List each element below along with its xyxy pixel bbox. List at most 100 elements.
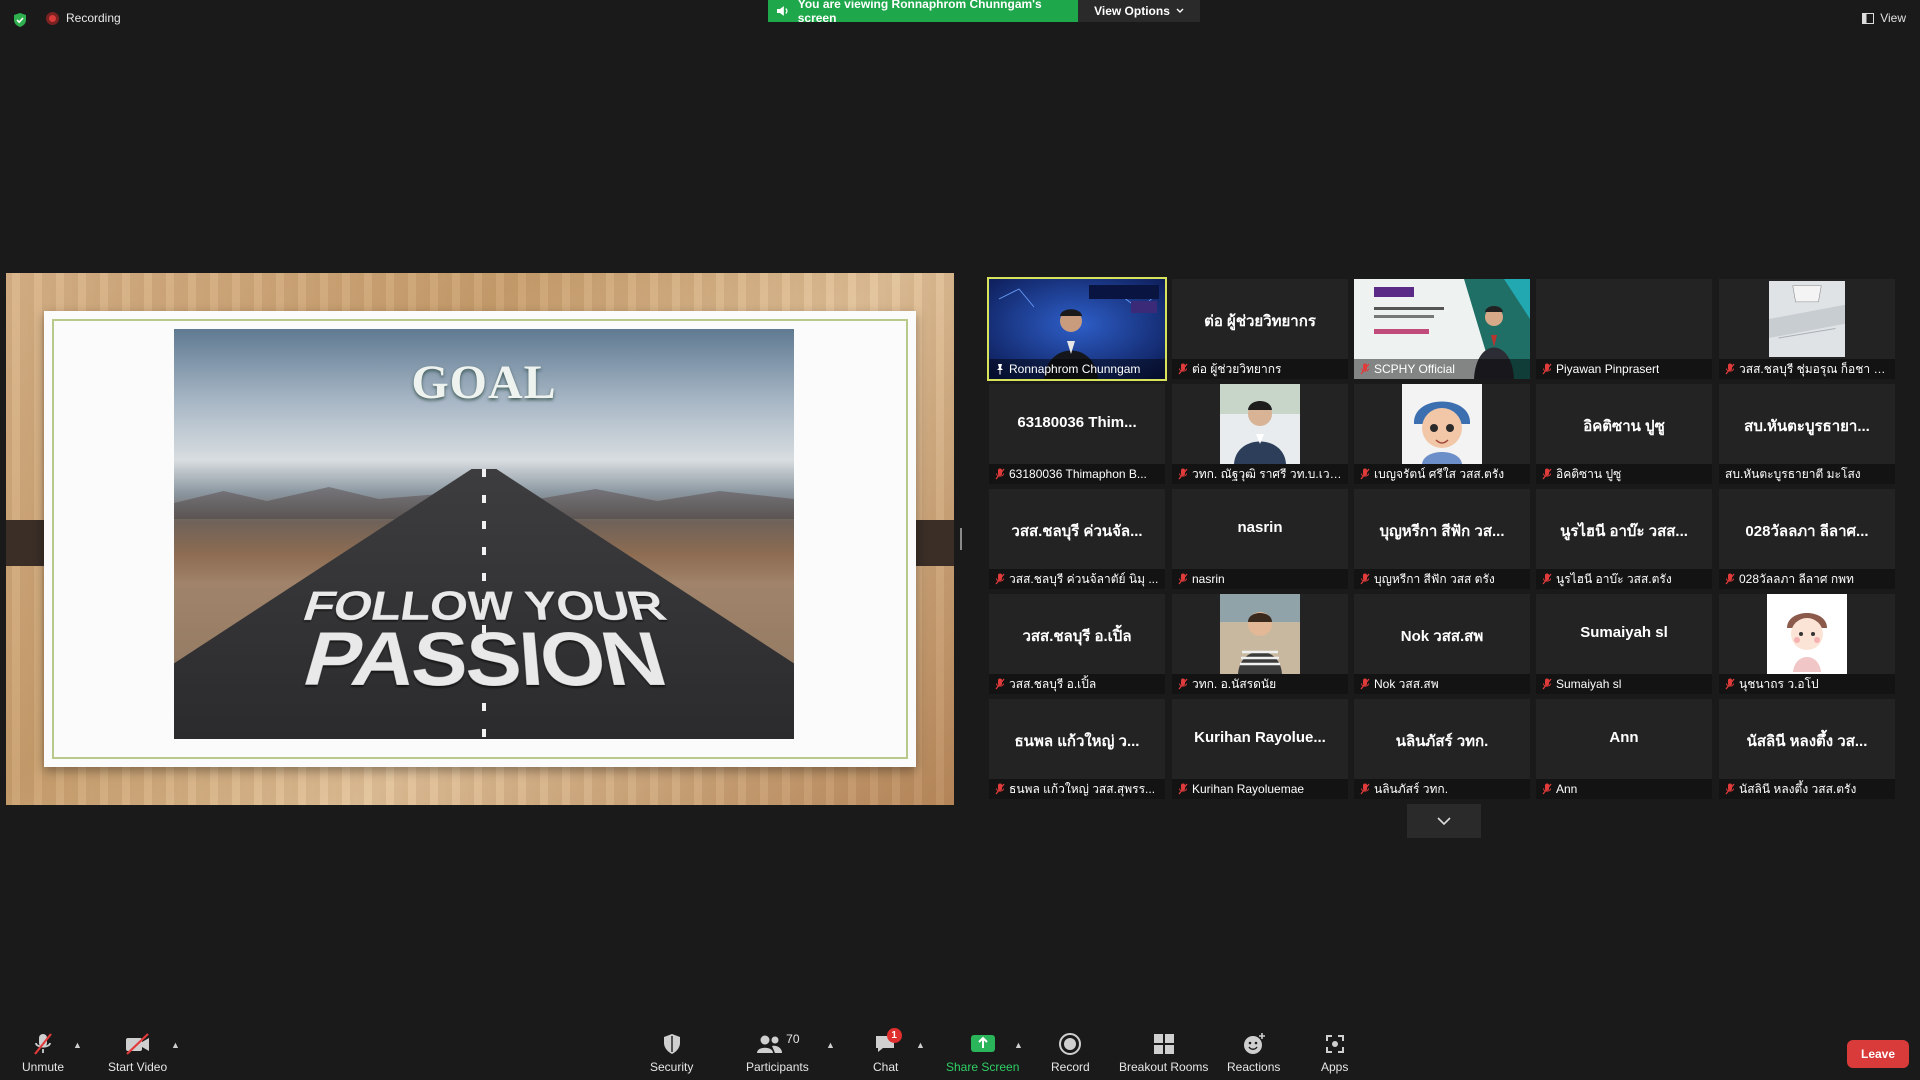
audio-options-caret[interactable]: ▲ — [73, 1040, 82, 1050]
breakout-rooms-label: Breakout Rooms — [1119, 1060, 1209, 1074]
start-video-button[interactable]: Start Video — [108, 1032, 167, 1074]
participants-options-caret[interactable]: ▲ — [826, 1040, 835, 1050]
participant-name-label: Nok วสส.สพ — [1354, 674, 1530, 694]
mic-muted-icon — [1725, 678, 1735, 690]
participant-tile[interactable]: Kurihan Rayolue... Kurihan Rayoluemae — [1172, 699, 1348, 799]
unmute-label: Unmute — [22, 1060, 65, 1074]
participant-display-name: สบ.หันตะบูรธายา... — [1744, 418, 1870, 435]
mic-muted-icon — [1542, 363, 1552, 375]
participant-tile[interactable]: Nok วสส.สพ Nok วสส.สพ — [1354, 594, 1530, 694]
camera-off-icon — [125, 1033, 149, 1055]
participant-name-label: วสส.ชลบุรี อ.เปิ้ล — [989, 674, 1165, 694]
security-button[interactable]: Security — [650, 1032, 693, 1074]
mic-muted-icon — [1542, 678, 1552, 690]
chat-label: Chat — [873, 1060, 899, 1074]
share-screen-button[interactable]: Share Screen — [946, 1032, 1019, 1074]
viewing-banner: You are viewing Ronnaphrom Chunngam's sc… — [768, 0, 1078, 25]
participant-name-label: นัสลินี หลงตึ้ง วสส.ตรัง — [1719, 779, 1895, 799]
share-options-caret[interactable]: ▲ — [1014, 1040, 1023, 1050]
smiley-plus-icon — [1243, 1033, 1265, 1054]
mic-muted-icon — [1725, 573, 1735, 585]
breakout-grid-icon — [1153, 1034, 1174, 1054]
mic-muted-icon — [1360, 783, 1370, 795]
view-options-button[interactable]: View Options — [1078, 0, 1200, 22]
mic-muted-icon — [1542, 468, 1552, 480]
participant-tile[interactable]: Sumaiyah sl Sumaiyah sl — [1536, 594, 1712, 694]
participant-tile[interactable]: 028วัลลภา ลีลาศ... 028วัลลภา ลีลาศ กพท — [1719, 489, 1895, 589]
participant-display-name: วสส.ชลบุรี อ.เปิ้ล — [1022, 628, 1132, 645]
top-bar: Recording You are viewing Ronnaphrom Chu… — [0, 0, 1920, 40]
participant-name-label: นลินภัสร์ วทก. — [1354, 779, 1530, 799]
recording-indicator[interactable]: Recording — [46, 11, 121, 25]
participant-name: บุญหรีกา สีฟัก วสส ตรัง — [1374, 571, 1495, 586]
viewing-banner-text: You are viewing Ronnaphrom Chunngam's sc… — [797, 0, 1042, 25]
chat-button[interactable]: 1 Chat — [873, 1028, 902, 1074]
mic-muted-icon — [1360, 363, 1370, 375]
mic-muted-icon — [1542, 783, 1552, 795]
chat-options-caret[interactable]: ▲ — [916, 1040, 925, 1050]
participant-tile[interactable]: 63180036 Thim... 63180036 Thimaphon B... — [989, 384, 1165, 484]
chevron-down-icon — [1437, 817, 1451, 826]
participant-tile[interactable]: บุญหรีกา สีฟัก วส... บุญหรีกา สีฟัก วสส ต… — [1354, 489, 1530, 589]
unmute-button[interactable]: Unmute — [22, 1032, 64, 1074]
participant-tile[interactable]: นัสลินี หลงตึ้ง วส... นัสลินี หลงตึ้ง วสส… — [1719, 699, 1895, 799]
participant-display-name: วสส.ชลบุรี ค่วนจัล... — [1011, 523, 1143, 540]
participant-name: วทก. อ.นัสรดนัย — [1192, 676, 1277, 691]
participant-tile[interactable]: Piyawan Pinprasert — [1536, 279, 1712, 379]
participant-name-label: Piyawan Pinprasert — [1536, 359, 1712, 379]
leave-button[interactable]: Leave — [1847, 1040, 1909, 1068]
share-screen-label: Share Screen — [946, 1060, 1020, 1074]
mic-muted-icon — [1178, 678, 1188, 690]
participant-name: 028วัลลภา ลีลาศ กพท — [1739, 571, 1854, 586]
participant-tile-active-speaker[interactable]: Ronnaphrom Chunngam — [987, 277, 1167, 381]
mic-muted-icon — [1178, 783, 1188, 795]
participant-tile[interactable]: วสส.ชลบุรี ชุ่มอรุณ ก็อชา ห้... — [1719, 279, 1895, 379]
participant-name-label: ธนพล แก้วใหญ่ วสส.สุพรร... — [989, 779, 1165, 799]
participant-name-label: วทก. ณัฐวุฒิ ราศรี วท.บ.เวช... — [1172, 464, 1348, 484]
participant-tile[interactable]: วทก. อ.นัสรดนัย — [1172, 594, 1348, 694]
mic-muted-icon — [34, 1033, 52, 1055]
participant-tile[interactable]: นุชนาถร ว.อโป — [1719, 594, 1895, 694]
participant-tile[interactable]: วสส.ชลบุรี ค่วนจัล... วสส.ชลบุรี ค่วนจ้ลา… — [989, 489, 1165, 589]
pin-icon — [997, 364, 1003, 375]
participant-name: Sumaiyah sl — [1556, 677, 1622, 691]
slide-line-2: PASSION — [293, 617, 675, 703]
reactions-button[interactable]: Reactions — [1227, 1032, 1280, 1074]
participant-tile[interactable]: อิคติซาน ปูซู อิคติซาน ปูซู — [1536, 384, 1712, 484]
participants-button[interactable]: 70 Participants — [746, 1032, 809, 1074]
breakout-rooms-button[interactable]: Breakout Rooms — [1119, 1032, 1208, 1074]
shield-icon[interactable] — [12, 12, 28, 28]
participant-tile[interactable]: นูรไฮนี อาบ๊ะ วสส... นูรไฮนี อาบ๊ะ วสส.ตร… — [1536, 489, 1712, 589]
profile-photo — [1402, 384, 1482, 464]
participant-tile[interactable]: นลินภัสร์ วทก. นลินภัสร์ วทก. — [1354, 699, 1530, 799]
record-button[interactable]: Record — [1051, 1032, 1090, 1074]
video-options-caret[interactable]: ▲ — [171, 1040, 180, 1050]
participant-name-label: นุชนาถร ว.อโป — [1719, 674, 1895, 694]
participant-tile[interactable]: วทก. ณัฐวุฒิ ราศรี วท.บ.เวช... — [1172, 384, 1348, 484]
participant-name-label: 028วัลลภา ลีลาศ กพท — [1719, 569, 1895, 589]
view-button[interactable]: View — [1862, 11, 1906, 25]
participant-display-name: Ann — [1609, 729, 1639, 746]
participant-tile[interactable]: Ann Ann — [1536, 699, 1712, 799]
participant-tile[interactable]: เบญจรัตน์ ศรีใส วสส.ตรัง — [1354, 384, 1530, 484]
mic-muted-icon — [1360, 573, 1370, 585]
split-handle[interactable] — [960, 528, 962, 550]
speaker-icon — [776, 6, 788, 16]
participant-name: SCPHY Official — [1374, 362, 1455, 376]
participant-tile[interactable]: สบ.หันตะบูรธายา... สบ.หันตะบูรธายาตี มะโส… — [1719, 384, 1895, 484]
participant-tile[interactable]: ธนพล แก้วใหญ่ ว... ธนพล แก้วใหญ่ วสส.สุพร… — [989, 699, 1165, 799]
shared-screen[interactable]: GOAL FOLLOW YOUR PASSION — [6, 273, 954, 805]
apps-button[interactable]: Apps — [1321, 1032, 1348, 1074]
participant-tile[interactable]: nasrin nasrin — [1172, 489, 1348, 589]
participants-label: Participants — [746, 1060, 809, 1074]
gallery-next-page-button[interactable] — [1407, 804, 1481, 838]
participant-tile[interactable]: วสส.ชลบุรี อ.เปิ้ล วสส.ชลบุรี อ.เปิ้ล — [989, 594, 1165, 694]
participant-name-label: บุญหรีกา สีฟัก วสส ตรัง — [1354, 569, 1530, 589]
participant-tile[interactable]: SCPHY Official — [1354, 279, 1530, 379]
participant-tile[interactable]: ต่อ ผู้ช่วยวิทยากร ต่อ ผู้ช่วยวิทยากร — [1172, 279, 1348, 379]
participant-name: นุชนาถร ว.อโป — [1739, 676, 1819, 691]
participant-name-label: วทก. อ.นัสรดนัย — [1172, 674, 1348, 694]
participant-display-name: Nok วสส.สพ — [1400, 628, 1484, 645]
mic-muted-icon — [1178, 468, 1188, 480]
participant-name: Piyawan Pinprasert — [1556, 362, 1660, 376]
